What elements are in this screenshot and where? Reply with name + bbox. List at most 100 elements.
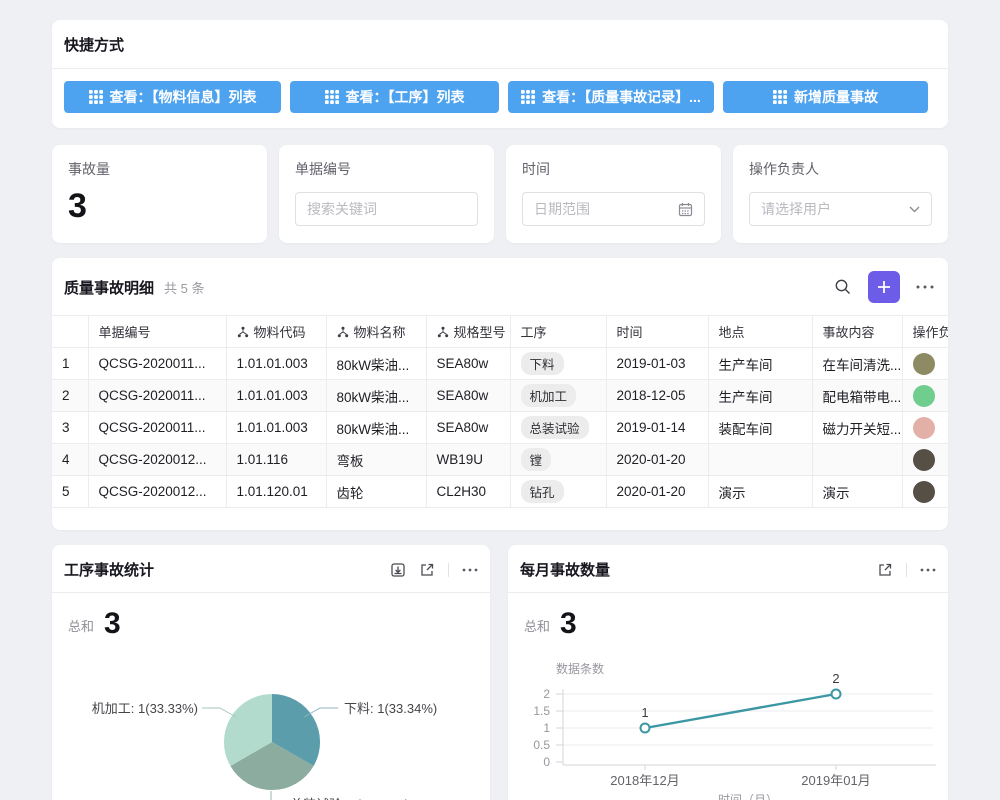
shortcuts-card: 快捷方式 查看：【物料信息】列表 查看：【工序】列表 查看：【质量事故记录】..… (52, 20, 948, 128)
cell-operator (902, 348, 948, 380)
table-row[interactable]: 2 QCSG-2020011... 1.01.01.003 80kW柴油... … (52, 380, 948, 412)
pie-leader-line (202, 708, 236, 717)
avatar (913, 481, 935, 503)
process-tag: 总装试验 (521, 416, 589, 439)
cell-content (812, 444, 902, 476)
shortcut-view-process-list-button[interactable]: 查看：【工序】列表 (290, 81, 499, 113)
user-select-placeholder: 请选择用户 (761, 199, 909, 219)
cell-process: 钻孔 (510, 476, 606, 508)
cell-place (708, 444, 812, 476)
table-row[interactable]: 3 QCSG-2020011... 1.01.01.003 80kW柴油... … (52, 412, 948, 444)
col-place[interactable]: 地点 (708, 316, 812, 348)
order-no-filter-label: 单据编号 (295, 159, 478, 179)
shortcut-button-label: 查看：【质量事故记录】... (542, 87, 701, 107)
data-point[interactable] (641, 724, 650, 733)
cell-material-code: 1.01.01.003 (226, 412, 326, 444)
x-tick-label: 2018年12月 (610, 773, 679, 788)
cell-material-code: 1.01.116 (226, 444, 326, 476)
table-header-row: 单据编号 物料代码 物料名称 规格型号 工序 时间 地点 事故内容 操作负责人 (52, 316, 948, 348)
col-time[interactable]: 时间 (606, 316, 708, 348)
shortcut-view-material-list-button[interactable]: 查看：【物料信息】列表 (64, 81, 281, 113)
gridlines (563, 694, 933, 745)
cell-place: 装配车间 (708, 412, 812, 444)
sum-value: 3 (104, 609, 121, 639)
open-fullscreen-icon[interactable] (877, 562, 893, 578)
process-tag: 钻孔 (521, 480, 564, 503)
col-order-no[interactable]: 单据编号 (88, 316, 226, 348)
download-icon[interactable] (390, 562, 406, 578)
y-tick-label: 0 (543, 755, 550, 769)
col-content[interactable]: 事故内容 (812, 316, 902, 348)
data-point[interactable] (832, 690, 841, 699)
cell-time: 2019-01-03 (606, 348, 708, 380)
y-axis-title: 数据条数 (556, 661, 604, 676)
cell-content: 磁力开关短... (812, 412, 902, 444)
cell-material-code: 1.01.120.01 (226, 476, 326, 508)
cell-material-name: 80kW柴油... (326, 412, 426, 444)
pie-sum-row: 总和 3 (52, 593, 490, 639)
x-tick-label: 2019年01月 (801, 773, 870, 788)
dashboard-page: 快捷方式 查看：【物料信息】列表 查看：【工序】列表 查看：【质量事故记录】..… (0, 0, 1000, 800)
cell-time: 2018-12-05 (606, 380, 708, 412)
order-no-search-input[interactable] (307, 201, 466, 217)
charts-row: 工序事故统计 总和 3 机加工: 1(33.33%) (52, 545, 948, 800)
calendar-icon (678, 202, 693, 217)
cell-material-code: 1.01.01.003 (226, 348, 326, 380)
accident-detail-title: 质量事故明细 (64, 277, 154, 298)
line-card-header: 每月事故数量 (508, 545, 948, 593)
record-count: 共 5 条 (164, 278, 204, 297)
line-chart: 数据条数 2 1.5 1 0.5 0 (508, 655, 948, 800)
pie-leader-line (271, 791, 285, 800)
shortcut-button-label: 查看：【工序】列表 (346, 87, 465, 107)
avatar (913, 385, 935, 407)
shortcut-add-accident-button[interactable]: 新增质量事故 (723, 81, 928, 113)
search-icon[interactable] (834, 278, 852, 296)
col-process[interactable]: 工序 (510, 316, 606, 348)
y-tick-label: 2 (543, 687, 550, 701)
cell-operator (902, 412, 948, 444)
accident-count-label: 事故量 (68, 159, 251, 179)
cell-time: 2020-01-20 (606, 476, 708, 508)
shortcut-button-label: 新增质量事故 (794, 87, 878, 107)
more-options-icon[interactable] (920, 567, 936, 573)
process-tag: 机加工 (521, 384, 577, 407)
more-options-icon[interactable] (916, 284, 934, 290)
process-tag: 镗 (521, 448, 552, 471)
avatar (913, 449, 935, 471)
shortcut-view-accident-records-button[interactable]: 查看：【质量事故记录】... (508, 81, 714, 113)
grid-apps-icon (521, 90, 535, 104)
table-row[interactable]: 1 QCSG-2020011... 1.01.01.003 80kW柴油... … (52, 348, 948, 380)
relation-icon (237, 326, 249, 338)
point-label: 1 (641, 705, 648, 720)
line-sum-row: 总和 3 (508, 593, 948, 639)
date-range-picker[interactable]: 日期范围 (522, 192, 705, 226)
table-row[interactable]: 4 QCSG-2020012... 1.01.116 弯板 WB19U 镗 20… (52, 444, 948, 476)
cell-content: 在车间清洗... (812, 348, 902, 380)
cell-content: 配电箱带电... (812, 380, 902, 412)
add-record-button[interactable] (868, 271, 900, 303)
cell-spec: SEA80w (426, 348, 510, 380)
user-select[interactable]: 请选择用户 (749, 192, 932, 226)
cell-order-no: QCSG-2020011... (88, 412, 226, 444)
shortcuts-title: 快捷方式 (64, 37, 124, 54)
table-row[interactable]: 5 QCSG-2020012... 1.01.120.01 齿轮 CL2H30 … (52, 476, 948, 508)
pie-label-xialiao: 下料: 1(33.34%) (344, 701, 437, 716)
open-fullscreen-icon[interactable] (419, 562, 435, 578)
accident-table: 单据编号 物料代码 物料名称 规格型号 工序 时间 地点 事故内容 操作负责人 … (52, 315, 948, 508)
sum-label: 总和 (524, 616, 550, 639)
more-options-icon[interactable] (462, 567, 478, 573)
col-material-name[interactable]: 物料名称 (326, 316, 426, 348)
col-spec-model[interactable]: 规格型号 (426, 316, 510, 348)
accident-count-value: 3 (68, 189, 251, 223)
process-tag: 下料 (521, 352, 564, 375)
col-operator[interactable]: 操作负责人 (902, 316, 948, 348)
col-row-number (52, 316, 88, 348)
pie-card-toolbar (390, 562, 478, 578)
axes (556, 689, 936, 770)
sum-value: 3 (560, 609, 577, 639)
cell-place: 演示 (708, 476, 812, 508)
cell-material-code: 1.01.01.003 (226, 380, 326, 412)
col-material-code[interactable]: 物料代码 (226, 316, 326, 348)
line-card-toolbar (877, 562, 936, 578)
sum-label: 总和 (68, 616, 94, 639)
